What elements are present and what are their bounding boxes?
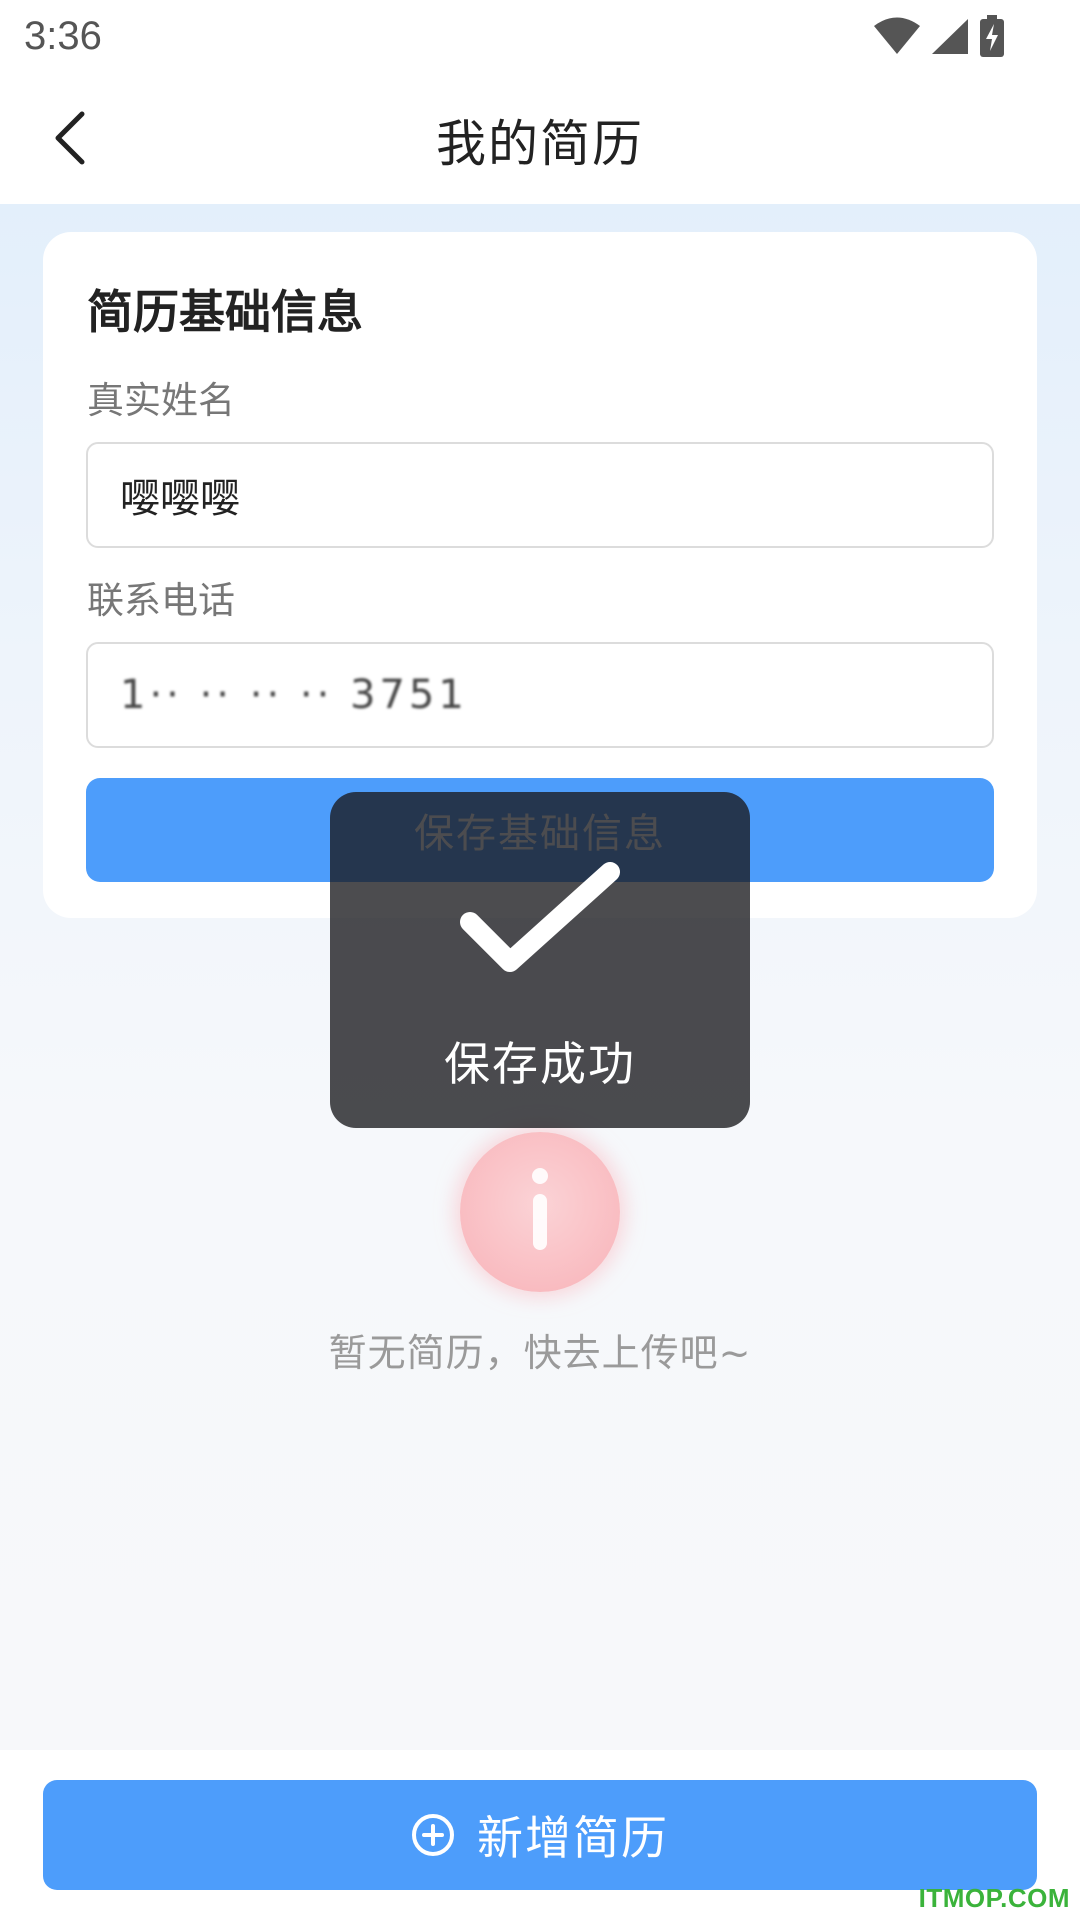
watermark: ITMOP.COM — [918, 1883, 1070, 1913]
plus-circle-icon — [412, 1814, 454, 1856]
name-label: 真实姓名 — [87, 379, 235, 422]
name-input[interactable]: 嘤嘤嘤 — [86, 442, 994, 548]
success-toast: 保存成功 — [330, 792, 750, 1128]
status-icons — [874, 14, 1004, 58]
phone-input[interactable]: 1·· ·· ·· ·· 3751 — [86, 642, 994, 748]
wifi-icon — [874, 17, 920, 54]
card-title: 简历基础信息 — [87, 285, 363, 339]
phone-value: 1·· ·· ·· ·· 3751 — [120, 672, 468, 718]
info-icon — [460, 1132, 620, 1292]
status-bar: 3:36 — [0, 0, 1080, 72]
checkmark-icon — [460, 862, 620, 972]
status-time: 3:36 — [24, 14, 102, 58]
add-resume-label: 新增简历 — [477, 1811, 669, 1865]
name-value: 嘤嘤嘤 — [120, 476, 240, 522]
battery-charging-icon — [980, 15, 1004, 57]
toast-message: 保存成功 — [444, 1037, 636, 1091]
page-title: 我的简历 — [436, 115, 644, 173]
empty-state-text: 暂无简历，快去上传吧~ — [328, 1331, 752, 1375]
add-resume-button[interactable]: 新增简历 — [43, 1780, 1037, 1890]
nav-bar: 我的简历 — [0, 72, 1080, 204]
cellular-signal-icon — [932, 19, 968, 54]
phone-label: 联系电话 — [87, 579, 235, 622]
